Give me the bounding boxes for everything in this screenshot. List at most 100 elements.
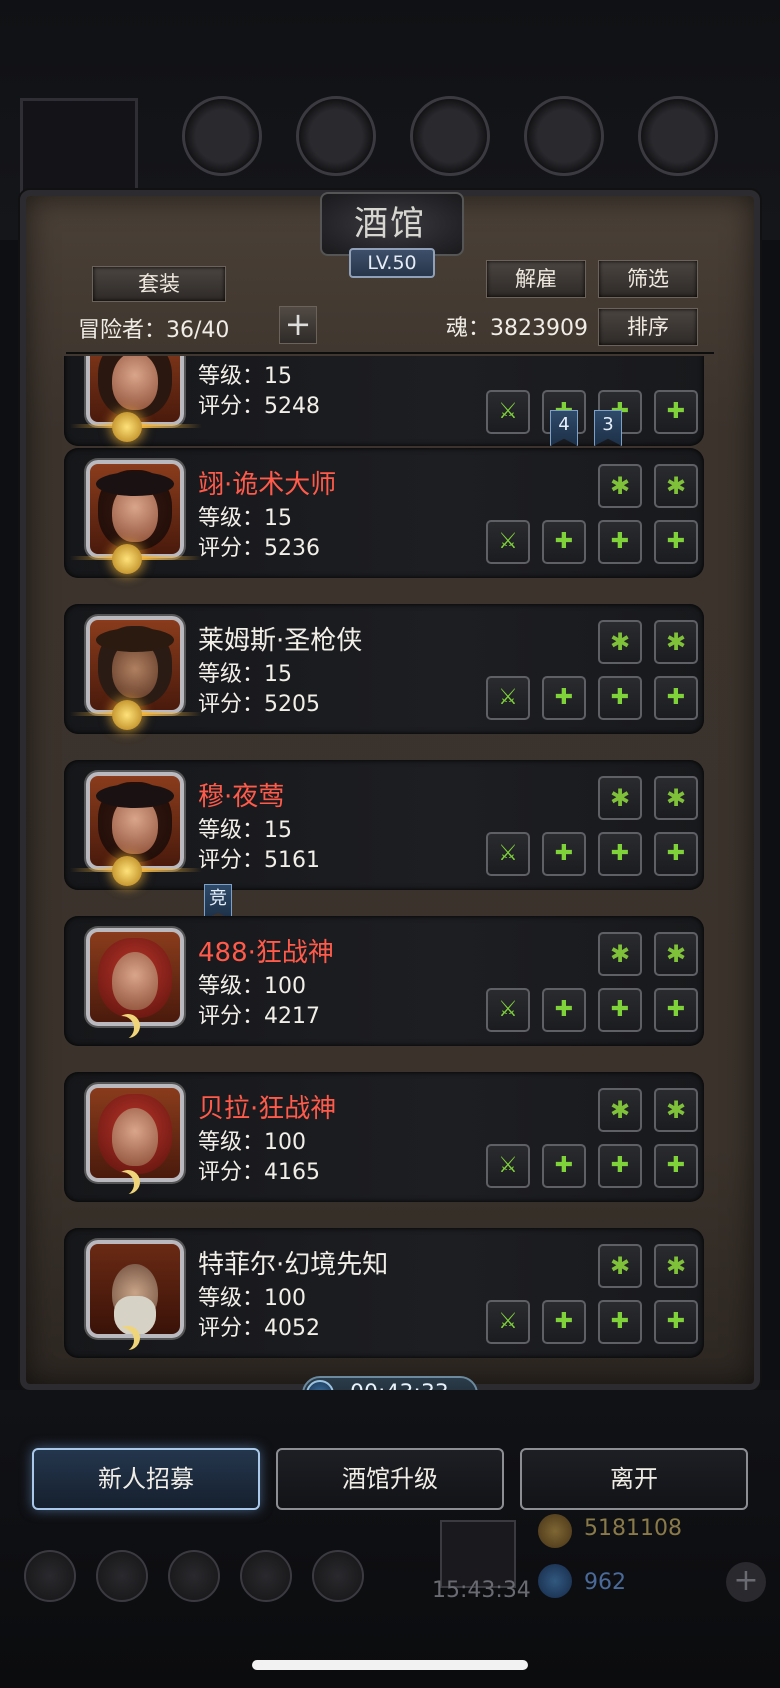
hero-level: 等级：15 (198, 506, 292, 531)
hero-card[interactable]: 穆·夜莺 等级：15 评分：5161 ✱ ✱ ⚔ ✚ ✚ ✚ (64, 760, 704, 890)
hero-level: 等级：100 (198, 1286, 306, 1311)
gold-amount: 5181108 (584, 1516, 682, 1541)
hero-score: 评分：4165 (198, 1160, 320, 1185)
hero-level: 等级：100 (198, 1130, 306, 1155)
moon-emblem-icon (116, 1326, 140, 1350)
armor-slot-icon[interactable]: ✚ (542, 520, 586, 564)
hero-list[interactable]: 等级：15 评分：5248 ⚔ ✚ ✚ ✚ 4 3 翊·诡术大师 等级：15 评… (56, 356, 716, 1366)
accessory-slot-icon[interactable]: ✚ (598, 832, 642, 876)
star-emblem-icon (112, 856, 142, 886)
weapon-slot-icon[interactable]: ⚔ (486, 832, 530, 876)
mail-icon[interactable] (240, 1550, 292, 1602)
armor-slot-icon[interactable]: ✚ (542, 1300, 586, 1344)
star-emblem-icon (112, 412, 142, 442)
clock-text: 15:43:34 (432, 1578, 531, 1603)
armor-slot-icon[interactable]: ✚ (542, 676, 586, 720)
tavern-level-badge: LV.50 (349, 248, 435, 278)
rune-slot-icon[interactable]: ✱ (598, 932, 642, 976)
rune-slot-icon[interactable]: ✱ (654, 1244, 698, 1288)
rune-slot-icon[interactable]: ✱ (598, 1244, 642, 1288)
achievement-icon[interactable] (96, 1550, 148, 1602)
hero-card[interactable]: 莱姆斯·圣枪侠 等级：15 评分：5205 ✱ ✱ ⚔ ✚ ✚ ✚ (64, 604, 704, 734)
hero-portrait (86, 928, 184, 1026)
weapon-slot-icon[interactable]: ⚔ (486, 988, 530, 1032)
accessory-slot-icon[interactable]: ✚ (598, 520, 642, 564)
resource-icon-1[interactable] (182, 96, 262, 176)
weapon-slot-icon[interactable]: ⚔ (486, 390, 530, 434)
gem-amount: 962 (584, 1570, 626, 1595)
hero-portrait (86, 460, 184, 558)
accessory-slot-icon[interactable]: ✚ (598, 1300, 642, 1344)
accessory-slot-icon[interactable]: ✚ (654, 1144, 698, 1188)
resource-icon-2[interactable] (296, 96, 376, 176)
rune-slot-icon[interactable]: ✱ (654, 776, 698, 820)
set-button[interactable]: 套装 (92, 266, 226, 302)
rune-slot-icon[interactable]: ✱ (654, 620, 698, 664)
star-emblem-icon (112, 700, 142, 730)
accessory-slot-icon[interactable]: ✚ (654, 390, 698, 434)
hero-score: 评分：4217 (198, 1004, 320, 1029)
sort-button[interactable]: 排序 (598, 308, 698, 346)
accessory-slot-icon[interactable]: ✚ (654, 988, 698, 1032)
hero-level: 等级：15 (198, 364, 292, 389)
hero-portrait (86, 1240, 184, 1338)
accessory-slot-icon[interactable]: ✚ (654, 1300, 698, 1344)
weapon-slot-icon[interactable]: ⚔ (486, 1144, 530, 1188)
hero-score: 评分：5236 (198, 536, 320, 561)
rune-slot-icon[interactable]: ✱ (598, 464, 642, 508)
moon-emblem-icon (116, 1170, 140, 1194)
resource-icon-5[interactable] (638, 96, 718, 176)
hero-card[interactable]: 翊·诡术大师 等级：15 评分：5236 ✱ ✱ ⚔ ✚ ✚ ✚ (64, 448, 704, 578)
divider (66, 352, 714, 354)
accessory-slot-icon[interactable]: ✚ (598, 676, 642, 720)
accessory-slot-icon[interactable]: ✚ (654, 520, 698, 564)
tavern-upgrade-button[interactable]: 酒馆升级 (276, 1448, 504, 1510)
rune-slot-icon[interactable]: ✱ (654, 464, 698, 508)
hero-name: 翊·诡术大师 (198, 470, 337, 500)
rune-slot-icon[interactable]: ✱ (654, 932, 698, 976)
armor-slot-icon[interactable]: ✚ (542, 832, 586, 876)
hero-score: 评分：5248 (198, 394, 320, 419)
settings-icon[interactable] (24, 1550, 76, 1602)
leave-button[interactable]: 离开 (520, 1448, 748, 1510)
soul-count: 魂：3823909 (446, 316, 588, 341)
rune-slot-icon[interactable]: ✱ (654, 1088, 698, 1132)
weapon-slot-icon[interactable]: ⚔ (486, 520, 530, 564)
accessory-slot-icon[interactable]: ✚ (598, 988, 642, 1032)
hero-portrait (86, 616, 184, 714)
recruit-button[interactable]: 新人招募 (32, 1448, 260, 1510)
dismiss-button[interactable]: 解雇 (486, 260, 586, 298)
rune-slot-icon[interactable]: ✱ (598, 1088, 642, 1132)
hero-portrait (86, 1084, 184, 1182)
hero-portrait (86, 772, 184, 870)
hero-name: 莱姆斯·圣枪侠 (198, 626, 363, 656)
filter-button[interactable]: 筛选 (598, 260, 698, 298)
resource-icon-3[interactable] (410, 96, 490, 176)
weapon-slot-icon[interactable]: ⚔ (486, 1300, 530, 1344)
moon-emblem-icon (116, 1014, 140, 1038)
home-indicator[interactable] (252, 1660, 528, 1670)
accessory-slot-icon[interactable]: ✚ (654, 832, 698, 876)
hero-level: 等级：100 (198, 974, 306, 999)
arena-tag: 竞 (204, 884, 232, 920)
star-emblem-icon (112, 544, 142, 574)
hero-name: 贝拉·狂战神 (198, 1094, 337, 1124)
rune-slot-icon[interactable]: ✱ (598, 620, 642, 664)
add-gem-button[interactable]: + (726, 1562, 766, 1602)
armor-slot-icon[interactable]: ✚ (542, 1144, 586, 1188)
accessory-slot-icon[interactable]: ✚ (654, 676, 698, 720)
hero-card[interactable]: 特菲尔·幻境先知 等级：100 评分：4052 ✱ ✱ ⚔ ✚ ✚ ✚ (64, 1228, 704, 1358)
add-slot-button[interactable]: + (279, 306, 317, 344)
armor-slot-icon[interactable]: ✚ (542, 988, 586, 1032)
weapon-slot-icon[interactable]: ⚔ (486, 676, 530, 720)
bag-icon[interactable] (312, 1550, 364, 1602)
hero-card[interactable]: 贝拉·狂战神 等级：100 评分：4165 ✱ ✱ ⚔ ✚ ✚ ✚ (64, 1072, 704, 1202)
accessory-slot-icon[interactable]: ✚ (598, 1144, 642, 1188)
guild-icon[interactable] (168, 1550, 220, 1602)
hero-card[interactable]: 488·狂战神 等级：100 评分：4217 ✱ ✱ ⚔ ✚ ✚ ✚ (64, 916, 704, 1046)
adventurer-count: 冒险者：36/40 (78, 318, 230, 343)
character-avatar-slot[interactable] (20, 98, 138, 204)
hero-score: 评分：5161 (198, 848, 320, 873)
resource-icon-4[interactable] (524, 96, 604, 176)
rune-slot-icon[interactable]: ✱ (598, 776, 642, 820)
